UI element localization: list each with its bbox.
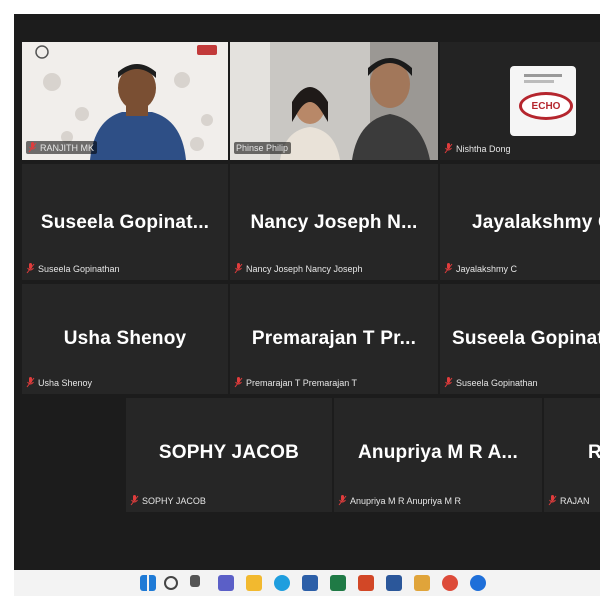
participant-video-phinse[interactable]: Phinse Philip [230, 42, 438, 160]
participant-tile[interactable]: Nancy Joseph N... Nancy Joseph Nancy Jos… [230, 164, 438, 280]
participant-name: Phinse Philip [236, 143, 289, 153]
participant-video-ranjith[interactable]: RANJITH MK [22, 42, 228, 160]
file-explorer-icon[interactable] [246, 575, 262, 591]
participant-label: Nishtha Dong [444, 143, 511, 154]
participant-tile[interactable]: Suseela Gopinathan Suseela Gopinathan [440, 284, 600, 394]
participant-label: Anupriya M R Anupriya M R [338, 495, 461, 506]
participant-label: SOPHY JACOB [130, 495, 206, 506]
echo-logo-text: ECHO [531, 100, 561, 112]
participant-label: Suseela Gopinathan [26, 263, 120, 274]
search-icon[interactable] [164, 576, 178, 590]
mic-muted-icon [444, 377, 453, 388]
mic-muted-icon [338, 495, 347, 506]
windows-taskbar [14, 570, 600, 596]
participant-name: RANJITH MK [40, 142, 94, 153]
participant-label: Nancy Joseph Nancy Joseph [234, 263, 363, 274]
mic-muted-icon [444, 263, 453, 274]
participant-display-name: RAJAN [588, 442, 600, 463]
edge-icon[interactable] [274, 575, 290, 591]
participant-name: Usha Shenoy [38, 377, 93, 388]
echo-logo: ECHO [519, 92, 573, 120]
participant-display-name: SOPHY JACOB [158, 442, 300, 463]
participant-name: Nishtha Dong [456, 143, 511, 154]
participant-tile[interactable]: SOPHY JACOB SOPHY JACOB [126, 398, 332, 512]
participant-label: RAJAN [548, 495, 590, 506]
powerpoint-icon[interactable] [358, 575, 374, 591]
participant-display-name: Premarajan T Pr... [251, 328, 417, 349]
profile-picture: ECHO [510, 66, 576, 136]
participant-display-name: Usha Shenoy [63, 328, 187, 349]
participant-name: SOPHY JACOB [142, 495, 206, 506]
participant-label: Jayalakshmy C [444, 263, 517, 274]
participant-label: Phinse Philip [234, 142, 292, 154]
participant-name: Jayalakshmy C [456, 263, 518, 274]
participant-display-name: Jayalakshmy C [472, 212, 600, 233]
mic-muted-icon [548, 495, 557, 506]
participant-name: RAJAN [560, 495, 590, 506]
mic-muted-icon [444, 143, 453, 154]
meeting-gallery: RANJITH MK Phinse Philip ECHO Nishtha Do… [14, 14, 600, 584]
app-icon[interactable] [414, 575, 430, 591]
participant-tile[interactable]: Usha Shenoy Usha Shenoy [22, 284, 228, 394]
participant-label: Usha Shenoy [26, 377, 92, 388]
app-icon[interactable] [470, 575, 486, 591]
participant-display-name: Nancy Joseph N... [250, 212, 418, 233]
store-icon[interactable] [302, 575, 318, 591]
mic-muted-icon [26, 377, 35, 388]
participant-name: Suseela Gopinathan [38, 263, 120, 274]
excel-icon[interactable] [330, 575, 346, 591]
participant-name: Anupriya M R Anupriya M R [350, 495, 462, 506]
mic-muted-icon [234, 377, 243, 388]
task-view-icon[interactable] [190, 575, 200, 587]
participant-name: Nancy Joseph Nancy Joseph [246, 263, 363, 274]
mic-muted-icon [130, 495, 139, 506]
participant-tile[interactable]: Jayalakshmy C Jayalakshmy C [440, 164, 600, 280]
windows-start-icon[interactable] [140, 575, 156, 591]
mic-muted-icon [234, 263, 243, 274]
participant-label: RANJITH MK [26, 141, 97, 154]
participant-label: Premarajan T Premarajan T [234, 377, 357, 388]
participant-tile[interactable]: Premarajan T Pr... Premarajan T Premaraj… [230, 284, 438, 394]
participant-tile[interactable]: RAJAN RAJAN [544, 398, 600, 512]
participant-label: Suseela Gopinathan [444, 377, 538, 388]
participant-display-name: Suseela Gopinat... [40, 212, 210, 233]
participant-display-name: Suseela Gopinathan [452, 328, 600, 349]
mic-muted-icon [28, 142, 37, 153]
participant-name: Premarajan T Premarajan T [246, 377, 358, 388]
word-icon[interactable] [386, 575, 402, 591]
participant-name: Suseela Gopinathan [456, 377, 538, 388]
mic-muted-icon [26, 263, 35, 274]
chrome-icon[interactable] [442, 575, 458, 591]
participant-tile[interactable]: Anupriya M R A... Anupriya M R Anupriya … [334, 398, 542, 512]
participant-tile-nishtha[interactable]: ECHO Nishtha Dong [440, 42, 600, 160]
participant-display-name: Anupriya M R A... [358, 442, 518, 463]
participant-tile[interactable]: Suseela Gopinat... Suseela Gopinathan [22, 164, 228, 280]
teams-icon[interactable] [218, 575, 234, 591]
